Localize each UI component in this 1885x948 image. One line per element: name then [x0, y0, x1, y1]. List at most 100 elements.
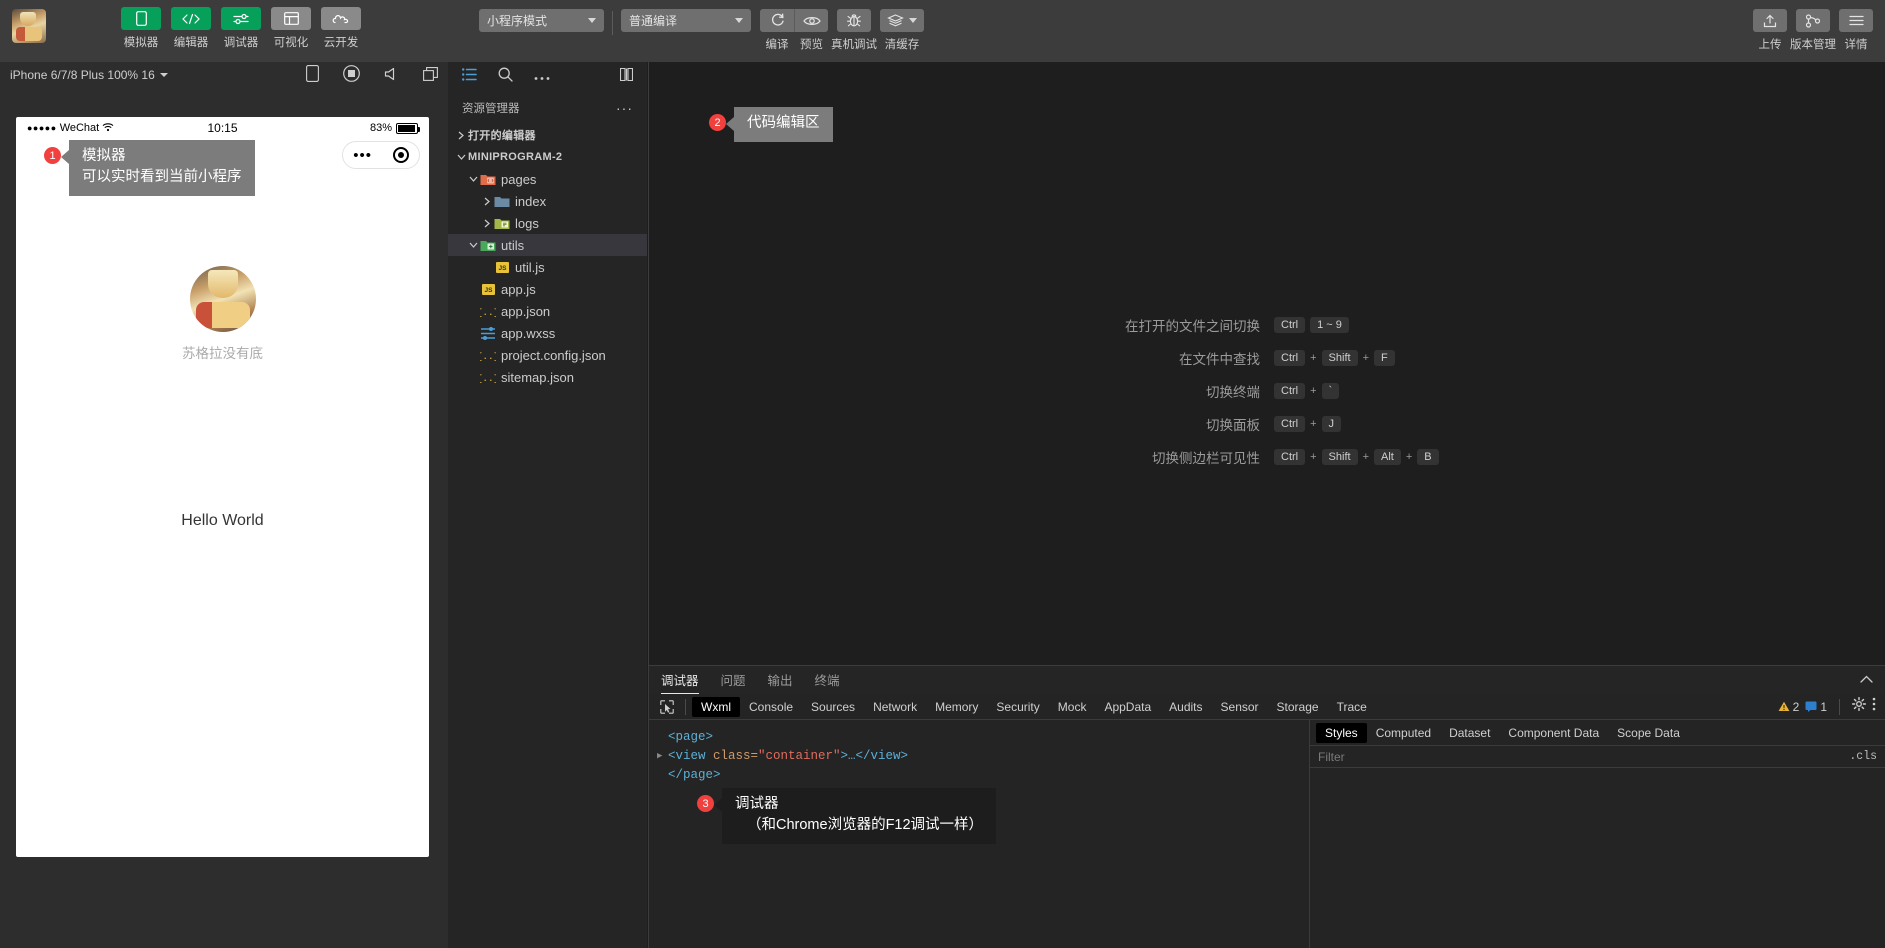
list-icon[interactable] — [462, 68, 477, 86]
tool-button-editor[interactable]: 编辑器 — [171, 7, 211, 50]
compile-button[interactable]: 编译 — [760, 9, 794, 51]
tool-button-cloud[interactable]: 云开发 — [321, 7, 361, 50]
devtools-tab-trace[interactable]: Trace — [1328, 697, 1376, 717]
tree-item-projectconfig[interactable]: {..} project.config.json — [448, 344, 647, 366]
devtools-tab-console[interactable]: Console — [740, 697, 802, 717]
tree-item-appwxss[interactable]: app.wxss — [448, 322, 647, 344]
tool-button-simulator[interactable]: 模拟器 — [121, 7, 161, 50]
collapse-panel-icon[interactable] — [1860, 671, 1873, 689]
panel-tab-debugger[interactable]: 调试器 — [661, 666, 699, 694]
clear-cache-label: 清缓存 — [884, 39, 920, 51]
tree-item-sitemap[interactable]: {..} sitemap.json — [448, 366, 647, 388]
gear-icon[interactable] — [1851, 696, 1867, 716]
mode-select[interactable]: 小程序模式 — [479, 9, 604, 32]
more-icon[interactable] — [534, 68, 550, 86]
details-button[interactable]: 详情 — [1839, 9, 1873, 51]
user-avatar-image[interactable] — [12, 9, 46, 43]
editor-area[interactable]: 在打开的文件之间切换 Ctrl 1 ~ 9 在文件中查找 Ctrl + Shif… — [649, 62, 1885, 665]
avatar[interactable] — [12, 9, 46, 43]
devtools-more-icon[interactable] — [1872, 697, 1876, 716]
chevron-down-icon — [466, 241, 480, 249]
search-icon[interactable] — [498, 67, 513, 87]
tree-item-label: app.json — [501, 303, 551, 319]
cls-button[interactable]: .cls — [1849, 750, 1877, 763]
chevron-down-icon — [588, 18, 596, 23]
tree-item-label: pages — [501, 171, 537, 187]
target-icon[interactable] — [392, 147, 409, 163]
carrier-label: WeChat — [59, 122, 100, 134]
shortcut-label: 在文件中查找 — [1179, 352, 1260, 367]
styles-filter-row[interactable]: Filter .cls — [1310, 746, 1885, 768]
preview-button[interactable]: 预览 — [794, 9, 828, 51]
wxml-tree-pane[interactable]: <page> ▶ <view class= "container" >…</vi… — [649, 720, 1309, 948]
tree-item-utils[interactable]: utils — [448, 234, 647, 256]
more-dots-icon[interactable]: ••• — [353, 148, 372, 163]
real-device-debug-button[interactable]: 真机调试 — [831, 9, 877, 51]
panel-tab-output[interactable]: 输出 — [768, 666, 793, 694]
tree-item-appjson[interactable]: {..} app.json — [448, 300, 647, 322]
shortcut-label: 切换终端 — [1206, 385, 1260, 400]
styles-tab-computed[interactable]: Computed — [1367, 723, 1440, 743]
tool-label: 云开发 — [323, 37, 359, 49]
panel-tab-problems[interactable]: 问题 — [721, 666, 746, 694]
tree-item-logs[interactable]: logs — [448, 212, 647, 234]
window-icon[interactable] — [423, 66, 438, 84]
chevron-right-icon[interactable]: ▶ — [657, 747, 668, 766]
volume-icon[interactable] — [384, 67, 399, 84]
capsule-button[interactable]: ••• — [342, 141, 420, 169]
devtools-tab-sources[interactable]: Sources — [802, 697, 864, 717]
device-select[interactable]: iPhone 6/7/8 Plus 100% 16 — [10, 68, 168, 82]
explorer-more-icon[interactable]: ··· — [616, 100, 633, 116]
styles-tab-scope-data[interactable]: Scope Data — [1608, 723, 1689, 743]
divider — [612, 11, 613, 35]
chevron-down-icon — [909, 18, 917, 23]
key-joiner: + — [1362, 352, 1369, 364]
record-icon[interactable] — [343, 65, 360, 85]
panel-tab-terminal[interactable]: 终端 — [815, 666, 840, 694]
tree-item-utiljs[interactable]: JS util.js — [448, 256, 647, 278]
version-control-button[interactable]: 版本管理 — [1790, 9, 1836, 51]
devtools-tab-storage[interactable]: Storage — [1268, 697, 1328, 717]
devtools-tab-security[interactable]: Security — [987, 697, 1048, 717]
styles-tab-styles[interactable]: Styles — [1316, 722, 1367, 743]
message-badge[interactable]: 1 — [1805, 700, 1827, 714]
upload-button[interactable]: 上传 — [1753, 9, 1787, 51]
devtools-tab-mock[interactable]: Mock — [1049, 697, 1096, 717]
inspect-element-icon[interactable] — [655, 699, 679, 714]
key-cap: Alt — [1374, 449, 1401, 465]
tool-label: 调试器 — [223, 37, 259, 49]
styles-tab-component-data[interactable]: Component Data — [1499, 723, 1608, 743]
split-editor-icon[interactable] — [619, 67, 634, 86]
explorer-title-row: 资源管理器 ··· — [448, 92, 647, 124]
code-line[interactable]: </page> — [657, 766, 1309, 785]
tool-button-debugger[interactable]: 调试器 — [221, 7, 261, 50]
devtools-tab-sensor[interactable]: Sensor — [1212, 697, 1268, 717]
code-line[interactable]: ▶ <view class= "container" >…</view> — [657, 747, 1309, 766]
devtools-tab-audits[interactable]: Audits — [1160, 697, 1211, 717]
rotate-device-icon[interactable] — [306, 65, 319, 85]
warning-badge[interactable]: 2 — [1778, 699, 1800, 714]
devtools-body: <page> ▶ <view class= "container" >…</vi… — [649, 720, 1885, 948]
styles-tab-dataset[interactable]: Dataset — [1440, 723, 1499, 743]
debugger-pane: 调试器 问题 输出 终端 Wxml Console Sources Networ… — [649, 665, 1885, 948]
code-line[interactable]: <page> — [657, 728, 1309, 747]
compile-select[interactable]: 普通编译 — [621, 9, 751, 32]
tree-item-index[interactable]: index — [448, 190, 647, 212]
tree-item-label: app.js — [501, 281, 536, 297]
tool-label: 编辑器 — [173, 37, 209, 49]
devtools-tab-memory[interactable]: Memory — [926, 697, 987, 717]
mode-select-value: 小程序模式 — [487, 14, 548, 28]
clear-cache-button[interactable]: 清缓存 — [880, 9, 924, 51]
devtools-tab-network[interactable]: Network — [864, 697, 926, 717]
tree-item-pages[interactable]: pages — [448, 168, 647, 190]
explorer-section-open-editors[interactable]: 打开的编辑器 — [448, 124, 647, 146]
warning-count: 2 — [1792, 699, 1800, 714]
tool-button-visual[interactable]: 可视化 — [271, 7, 311, 50]
explorer-section-project[interactable]: MINIPROGRAM-2 — [448, 146, 647, 168]
wxss-file-icon — [480, 325, 496, 341]
tree-item-appjs[interactable]: JS app.js — [448, 278, 647, 300]
devtools-tab-appdata[interactable]: AppData — [1095, 697, 1160, 717]
devtools-tab-wxml[interactable]: Wxml — [692, 696, 740, 717]
explorer-pane: 资源管理器 ··· 打开的编辑器 MINIPROGRAM-2 pages ind… — [448, 62, 648, 948]
annotation-line: （和Chrome浏览器的F12调试一样） — [747, 817, 984, 834]
